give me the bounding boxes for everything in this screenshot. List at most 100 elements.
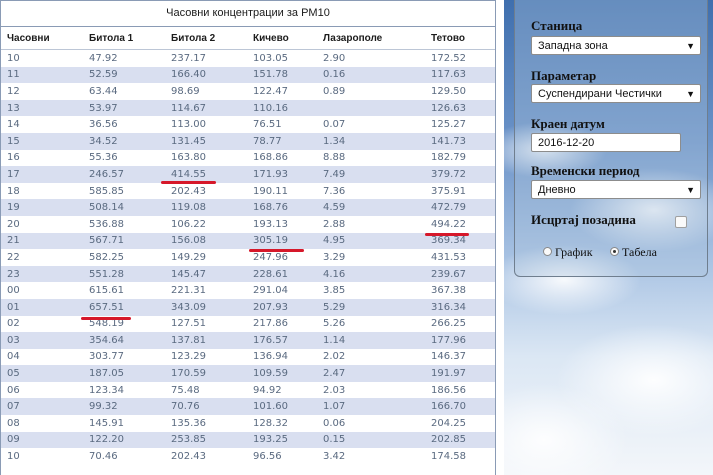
table-row: 19 508.14 119.08 168.76 4.59 472.79	[1, 199, 495, 216]
cell-bitola-2: 253.85	[165, 431, 247, 449]
cell-bitola-2: 114.67	[165, 99, 247, 117]
cell-bitola-2: 135.36	[165, 415, 247, 432]
cell-hour: 01	[1, 298, 83, 316]
cell-hour: 10	[1, 448, 83, 465]
cell-kichevo: 190.11	[247, 182, 317, 200]
cell-kichevo: 228.61	[247, 265, 317, 283]
parameter-select-value: Суспендирани Честички	[538, 88, 662, 100]
column-header-hour: Часовни	[1, 27, 83, 50]
cell-kichevo: 168.86	[247, 149, 317, 167]
cell-kichevo: 76.51	[247, 116, 317, 133]
table-header-row: Часовни Битола 1 Битола 2 Кичево Лазароп…	[1, 27, 495, 50]
cell-bitola-1: 122.20	[83, 431, 165, 449]
cell-tetovo: 239.67	[425, 265, 495, 283]
cell-tetovo: 379.72	[425, 166, 495, 183]
period-select-value: Дневно	[538, 184, 576, 196]
cell-tetovo: 182.79	[425, 149, 495, 167]
cell-lazaropole: 2.88	[317, 215, 425, 233]
cell-hour: 23	[1, 265, 83, 283]
cell-lazaropole: 0.16	[317, 66, 425, 84]
cell-hour: 06	[1, 381, 83, 399]
chevron-down-icon: ▼	[686, 89, 695, 99]
cell-tetovo: 174.58	[425, 448, 495, 465]
table-row: 20 536.88 106.22 193.13 2.88 494.22	[1, 215, 495, 233]
cell-tetovo: 316.34	[425, 298, 495, 316]
cell-bitola-2: 106.22	[165, 215, 247, 233]
settings-sidebar: Станица Западна зона ▼ Параметар Суспенд…	[504, 0, 713, 475]
cell-hour: 00	[1, 282, 83, 299]
cell-tetovo: 431.53	[425, 249, 495, 266]
column-header-bitola-2: Битола 2	[165, 27, 247, 50]
cell-tetovo: 191.97	[425, 365, 495, 382]
cell-bitola-2: 123.29	[165, 348, 247, 366]
cell-bitola-1: 53.97	[83, 99, 165, 117]
cell-hour: 10	[1, 49, 83, 67]
table-row: 16 55.36 163.80 168.86 8.88 182.79	[1, 149, 495, 167]
cell-bitola-1: 508.14	[83, 199, 165, 216]
cell-bitola-1: 567.71	[83, 232, 165, 250]
cell-hour: 16	[1, 149, 83, 167]
cell-bitola-1: 657.51	[83, 298, 165, 316]
cell-bitola-2: 156.08	[165, 232, 247, 250]
station-select[interactable]: Западна зона ▼	[531, 36, 701, 55]
background-checkbox[interactable]	[675, 216, 687, 228]
cell-bitola-1: 34.52	[83, 132, 165, 150]
settings-form: Станица Западна зона ▼ Параметар Суспенд…	[514, 0, 708, 277]
cell-hour: 12	[1, 83, 83, 100]
cell-lazaropole: 0.07	[317, 116, 425, 133]
cell-tetovo: 126.63	[425, 99, 495, 117]
cell-bitola-1: 63.44	[83, 83, 165, 100]
cell-bitola-2: 70.76	[165, 398, 247, 416]
cell-lazaropole: 0.06	[317, 415, 425, 432]
table-radio-label[interactable]: Табела	[622, 245, 657, 260]
cell-kichevo: 171.93	[247, 166, 317, 183]
cell-hour: 21	[1, 232, 83, 250]
end-date-label: Краен датум	[531, 116, 605, 131]
cell-tetovo: 129.50	[425, 83, 495, 100]
cell-hour: 20	[1, 215, 83, 233]
cell-tetovo: 472.79	[425, 199, 495, 216]
cell-lazaropole: 7.36	[317, 182, 425, 200]
cell-bitola-1: 145.91	[83, 415, 165, 432]
cell-lazaropole: 0.89	[317, 83, 425, 100]
cell-tetovo: 204.25	[425, 415, 495, 432]
table-row: 03 354.64 137.81 176.57 1.14 177.96	[1, 332, 495, 349]
cell-hour: 14	[1, 116, 83, 133]
cell-bitola-1: 354.64	[83, 332, 165, 349]
chart-radio[interactable]	[543, 247, 552, 256]
cell-kichevo: 305.19	[247, 232, 317, 250]
highlight-underline-bitola1-01	[81, 317, 131, 320]
cell-hour: 09	[1, 431, 83, 449]
cell-lazaropole: 2.02	[317, 348, 425, 366]
end-date-input[interactable]: 2016-12-20	[531, 133, 681, 152]
cell-bitola-2: 149.29	[165, 249, 247, 266]
cell-bitola-1: 615.61	[83, 282, 165, 299]
cell-tetovo: 367.38	[425, 282, 495, 299]
cell-hour: 04	[1, 348, 83, 366]
cell-bitola-2: 202.43	[165, 182, 247, 200]
cell-bitola-2: 202.43	[165, 448, 247, 465]
cell-tetovo: 202.85	[425, 431, 495, 449]
cell-hour: 13	[1, 99, 83, 117]
cell-lazaropole	[317, 99, 425, 117]
table-row: 23 551.28 145.47 228.61 4.16 239.67	[1, 265, 495, 283]
cell-lazaropole: 0.15	[317, 431, 425, 449]
period-select[interactable]: Дневно ▼	[531, 180, 701, 199]
table-row: 15 34.52 131.45 78.77 1.34 141.73	[1, 132, 495, 150]
cell-bitola-1: 36.56	[83, 116, 165, 133]
chart-radio-label[interactable]: График	[555, 245, 593, 260]
parameter-select[interactable]: Суспендирани Честички ▼	[531, 84, 701, 103]
table-row: 14 36.56 113.00 76.51 0.07 125.27	[1, 116, 495, 133]
column-header-tetovo: Тетово	[425, 27, 495, 50]
background-label: Исцртај позадина	[531, 212, 636, 227]
cell-kichevo: 193.25	[247, 431, 317, 449]
cell-kichevo: 151.78	[247, 66, 317, 84]
cell-tetovo: 266.25	[425, 315, 495, 333]
table-radio[interactable]	[610, 247, 619, 256]
table-row: 01 657.51 343.09 207.93 5.29 316.34	[1, 298, 495, 316]
cell-bitola-1: 246.57	[83, 166, 165, 183]
table-row: 02 548.19 127.51 217.86 5.26 266.25	[1, 315, 495, 333]
table-title: Часовни концентрации за PM10	[1, 0, 495, 27]
cell-lazaropole: 1.14	[317, 332, 425, 349]
cell-hour: 15	[1, 132, 83, 150]
